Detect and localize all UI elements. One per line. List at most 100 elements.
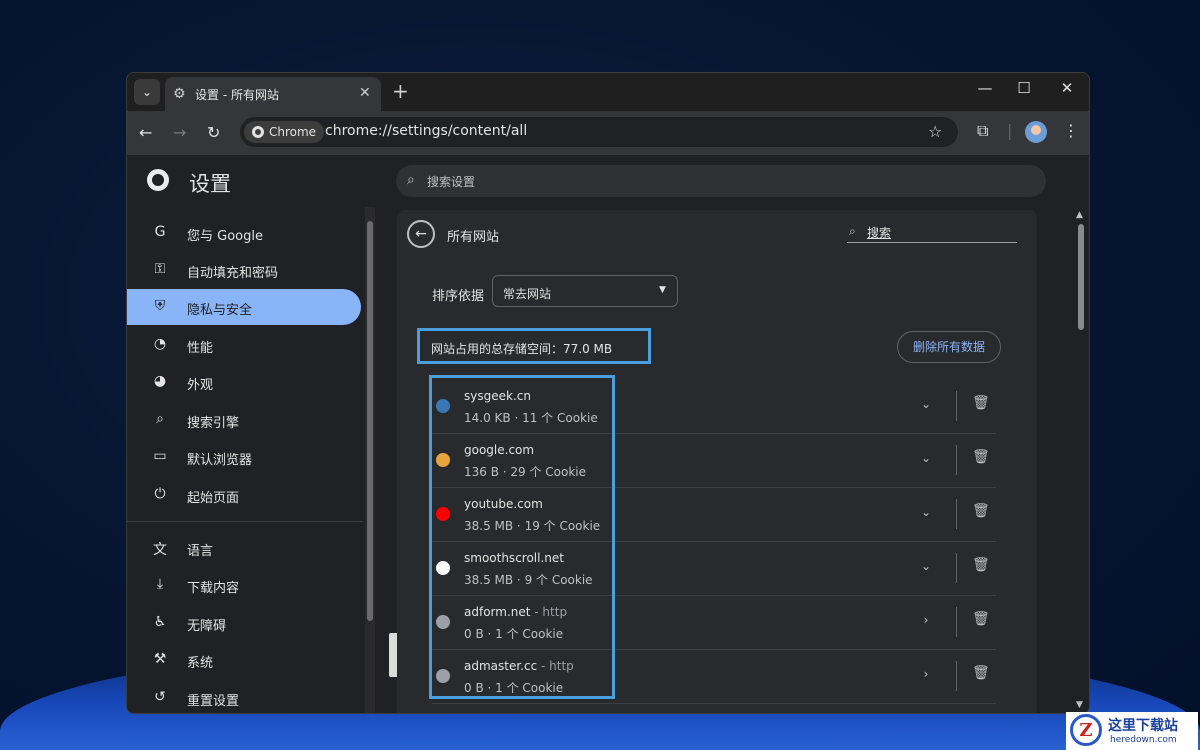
sidebar-item-languages[interactable]: 文 语言 xyxy=(127,530,361,566)
search-icon: ⌕ xyxy=(156,411,164,427)
sidebar-item-label: 性能 xyxy=(187,341,214,356)
all-sites-card: ← 所有网站 ⌕ 搜索 排序依据 常去网站 ▼ 网站占用的总存储空间：77.0 … xyxy=(397,210,1037,713)
sidebar-item-label: 无障碍 xyxy=(187,619,227,634)
chrome-settings-logo-icon xyxy=(147,169,169,191)
tab-strip: ⌄ ⚙ 设置 - 所有网站 ✕ + — ☐ ✕ xyxy=(127,73,1089,111)
address-bar[interactable]: Chrome chrome://settings/content/all ☆ xyxy=(240,117,958,147)
site-search-input[interactable]: ⌕ 搜索 xyxy=(847,224,1017,243)
chevron-right-icon[interactable]: › xyxy=(918,667,934,681)
sidebar-item-reset[interactable]: ↺ 重置设置 xyxy=(127,680,361,713)
sidebar-item-label: 系统 xyxy=(187,656,214,671)
sort-value: 常去网站 xyxy=(503,287,552,301)
delete-all-data-button[interactable]: 删除所有数据 xyxy=(897,331,1001,363)
trash-icon[interactable]: 🗑 xyxy=(972,449,990,465)
key-icon: ⚿ xyxy=(154,261,166,277)
gear-icon: ⚙ xyxy=(173,86,186,102)
tab-search-button[interactable]: ⌄ xyxy=(134,79,160,105)
site-info-chip[interactable]: Chrome xyxy=(244,121,325,143)
expand-icon[interactable]: ⌄ xyxy=(918,559,934,573)
sidebar-item-system[interactable]: ⚒ 系统 xyxy=(127,642,361,678)
sidebar-item-label: 默认浏览器 xyxy=(187,453,253,468)
main-scroll-thumb[interactable] xyxy=(1078,224,1084,330)
bookmark-star-icon[interactable]: ☆ xyxy=(928,122,942,141)
forward-button[interactable]: → xyxy=(173,123,186,142)
scroll-up-icon[interactable]: ▲ xyxy=(1076,210,1083,220)
sidebar-item-on-startup[interactable]: ⏻ 起始页面 xyxy=(127,477,361,513)
expand-icon[interactable]: ⌄ xyxy=(918,451,934,465)
browser-window: ⌄ ⚙ 设置 - 所有网站 ✕ + — ☐ ✕ ← → ↻ Chrome chr… xyxy=(126,72,1090,714)
main-scrollbar[interactable]: ▲ ▼ xyxy=(1075,210,1087,713)
maximize-button[interactable]: ☐ xyxy=(1014,79,1034,97)
row-divider xyxy=(956,607,957,637)
site-search-label: 搜索 xyxy=(867,226,892,240)
sidebar-item-label: 外观 xyxy=(187,378,214,393)
watermark-url: heredown.com xyxy=(1110,735,1177,745)
sidebar-item-accessibility[interactable]: ♿ 无障碍 xyxy=(127,605,361,641)
watermark-mark: Z xyxy=(1070,714,1102,746)
sidebar-item-search-engine[interactable]: ⌕ 搜索引擎 xyxy=(127,402,361,438)
search-icon: ⌕ xyxy=(849,224,856,238)
trash-icon[interactable]: 🗑 xyxy=(972,557,990,573)
sort-label: 排序依据 xyxy=(432,289,485,304)
search-icon: ⌕ xyxy=(407,172,415,188)
sidebar-item-label: 您与 Google xyxy=(187,229,263,244)
sidebar-item-appearance[interactable]: ◕ 外观 xyxy=(127,364,361,400)
sidebar-item-label: 重置设置 xyxy=(187,694,240,709)
sidebar: G 您与 Google ⚿ 自动填充和密码 ⛨ 隐私与安全 ◔ 性能 ◕ 外观 ⌕ 搜索引擎… xyxy=(127,207,363,713)
sites-highlight-box xyxy=(429,375,615,699)
scroll-down-icon[interactable]: ▼ xyxy=(1076,700,1083,710)
section-title: 所有网站 xyxy=(447,230,500,245)
chevron-right-icon[interactable]: › xyxy=(918,613,934,627)
sidebar-item-label: 自动填充和密码 xyxy=(187,266,279,281)
gauge-icon: ◔ xyxy=(153,336,167,352)
trash-icon[interactable]: 🗑 xyxy=(972,503,990,519)
menu-icon[interactable]: ⋮ xyxy=(1063,121,1079,140)
dropdown-arrow-icon: ▼ xyxy=(659,285,666,295)
sidebar-item-you-and-google[interactable]: G 您与 Google xyxy=(127,215,361,251)
browser-icon: ▭ xyxy=(153,448,167,464)
back-button[interactable]: ← xyxy=(139,123,152,142)
close-window-button[interactable]: ✕ xyxy=(1057,79,1077,97)
row-divider xyxy=(956,661,957,691)
settings-header: 设置 ⌕ 搜索设置 xyxy=(127,155,1089,207)
sidebar-item-default-browser[interactable]: ▭ 默认浏览器 xyxy=(127,439,361,475)
sidebar-scroll-thumb[interactable] xyxy=(367,221,373,621)
expand-icon[interactable]: ⌄ xyxy=(918,397,934,411)
row-divider xyxy=(956,499,957,529)
minimize-button[interactable]: — xyxy=(975,79,995,97)
extensions-icon[interactable]: ⧉ xyxy=(977,121,988,141)
tab-close-icon[interactable]: ✕ xyxy=(359,85,371,101)
search-placeholder: 搜索设置 xyxy=(427,175,476,189)
sidebar-item-privacy[interactable]: ⛨ 隐私与安全 xyxy=(127,289,361,325)
row-divider xyxy=(956,445,957,475)
url-text[interactable]: chrome://settings/content/all xyxy=(325,123,527,139)
expand-icon[interactable]: ⌄ xyxy=(918,505,934,519)
sidebar-scrollbar[interactable] xyxy=(365,207,375,713)
trash-icon[interactable]: 🗑 xyxy=(972,395,990,411)
sidebar-item-label: 搜索引擎 xyxy=(187,416,240,431)
sort-select[interactable]: 常去网站 ▼ xyxy=(492,275,678,307)
trash-icon[interactable]: 🗑 xyxy=(972,611,990,627)
shield-icon: ⛨ xyxy=(154,298,166,314)
tab-settings[interactable]: ⚙ 设置 - 所有网站 ✕ xyxy=(165,77,381,111)
sidebar-item-label: 下载内容 xyxy=(187,581,240,596)
profile-avatar[interactable] xyxy=(1025,121,1047,143)
arrow-left-icon: ← xyxy=(415,226,427,242)
sidebar-item-autofill[interactable]: ⚿ 自动填充和密码 xyxy=(127,252,361,288)
sidebar-divider xyxy=(127,521,363,522)
sidebar-item-performance[interactable]: ◔ 性能 xyxy=(127,327,361,363)
new-tab-button[interactable]: + xyxy=(392,79,409,103)
download-icon: ⤓ xyxy=(156,576,164,592)
trash-icon[interactable]: 🗑 xyxy=(972,665,990,681)
wrench-icon: ⚒ xyxy=(153,651,167,667)
settings-search-input[interactable]: ⌕ 搜索设置 xyxy=(396,165,1046,197)
sidebar-item-label: 隐私与安全 xyxy=(187,303,253,318)
sidebar-item-label: 起始页面 xyxy=(187,491,240,506)
power-icon: ⏻ xyxy=(154,486,166,502)
reload-button[interactable]: ↻ xyxy=(207,123,220,142)
back-arrow-button[interactable]: ← xyxy=(407,220,435,248)
watermark-logo: Z 这里下载站 heredown.com xyxy=(1066,712,1198,750)
tab-title: 设置 - 所有网站 xyxy=(195,88,279,102)
row-divider xyxy=(956,391,957,421)
sidebar-item-downloads[interactable]: ⤓ 下载内容 xyxy=(127,567,361,603)
